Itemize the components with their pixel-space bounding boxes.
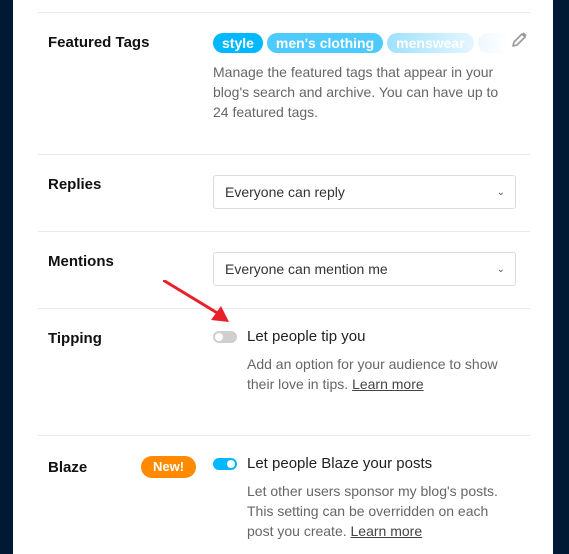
tipping-toggle-label: Let people tip you (247, 328, 366, 345)
chevron-down-icon: ⌄ (496, 187, 505, 198)
replies-label: Replies (48, 176, 102, 193)
tag-overflow-fade (477, 33, 508, 53)
pencil-icon[interactable] (510, 31, 528, 49)
annotation-arrow-icon (163, 280, 229, 322)
divider (38, 12, 530, 13)
tipping-learn-more-link[interactable]: Learn more (352, 376, 424, 392)
tag-chip[interactable]: men's clothing (266, 33, 384, 53)
blaze-toggle[interactable] (213, 458, 237, 470)
chevron-down-icon: ⌄ (496, 264, 505, 275)
mentions-label: Mentions (48, 253, 114, 270)
tag-chip[interactable]: menswear (387, 33, 474, 53)
blaze-toggle-label: Let people Blaze your posts (247, 455, 433, 472)
tipping-description: Add an option for your audience to show … (247, 354, 517, 394)
toggle-knob (227, 460, 235, 468)
mentions-select[interactable]: Everyone can mention me ⌄ (213, 252, 516, 286)
replies-select-value: Everyone can reply (225, 184, 345, 200)
divider (38, 154, 530, 155)
tipping-toggle[interactable] (213, 331, 237, 343)
tag-chip[interactable]: style (213, 33, 263, 53)
divider (38, 308, 530, 309)
blaze-learn-more-link[interactable]: Learn more (351, 523, 423, 539)
featured-tags-description: Manage the featured tags that appear in … (213, 64, 499, 120)
featured-tags-label: Featured Tags (48, 34, 150, 51)
new-badge: New! (141, 456, 196, 478)
divider (38, 435, 530, 436)
featured-tags-list: style men's clothing menswear (213, 33, 508, 53)
blaze-label: Blaze (48, 459, 88, 476)
replies-select[interactable]: Everyone can reply ⌄ (213, 175, 516, 209)
toggle-knob (215, 333, 223, 341)
mentions-select-value: Everyone can mention me (225, 261, 388, 277)
settings-panel: Featured Tags style men's clothing mensw… (13, 0, 553, 554)
tipping-label: Tipping (48, 330, 102, 347)
divider (38, 231, 530, 232)
blaze-description: Let other users sponsor my blog's posts.… (247, 481, 517, 541)
